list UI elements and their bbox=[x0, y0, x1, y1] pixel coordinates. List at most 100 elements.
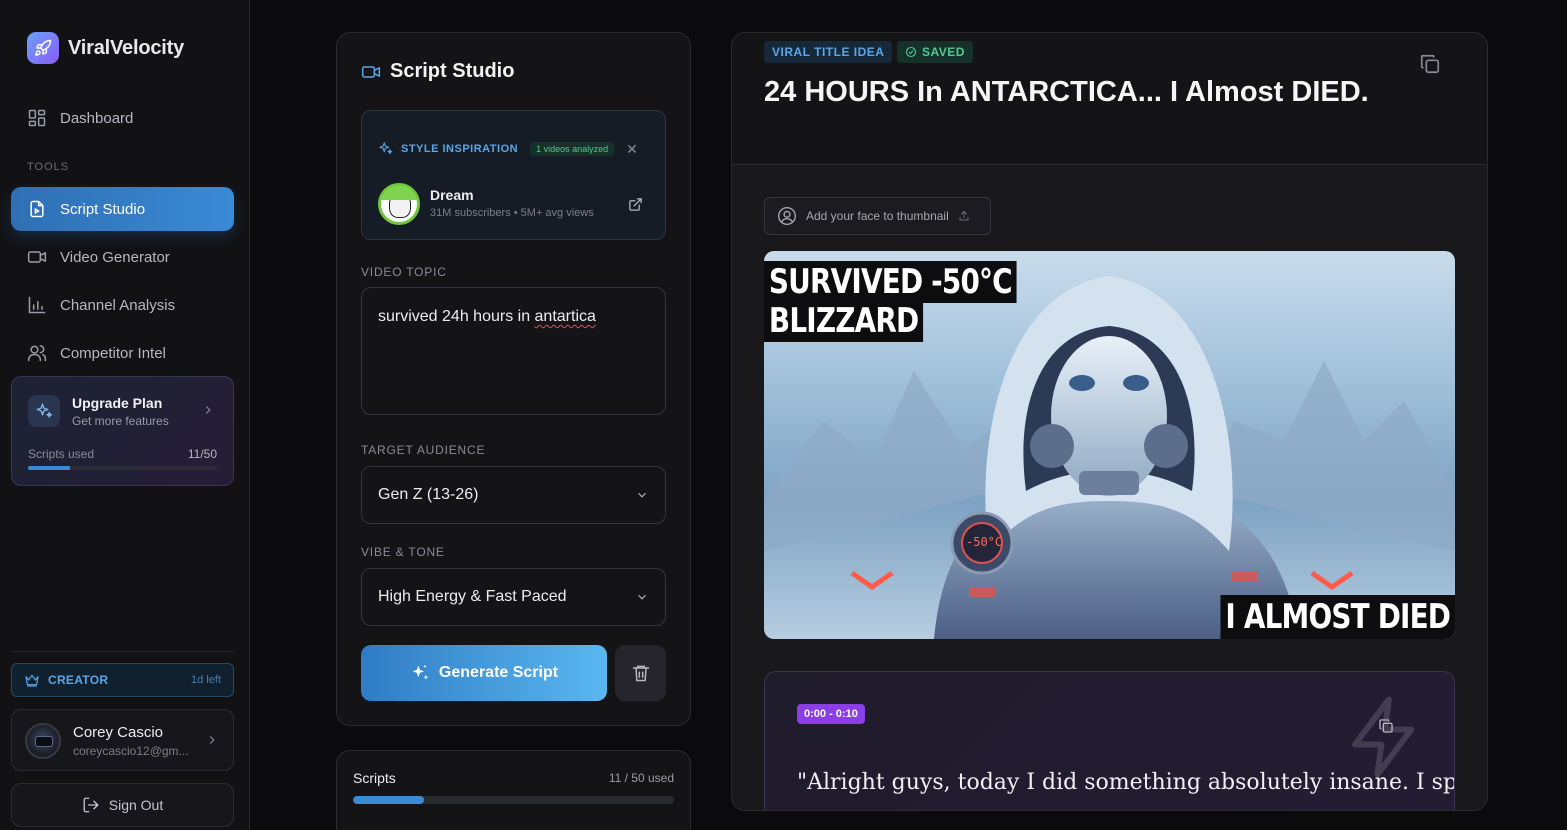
page-title: Script Studio bbox=[390, 60, 515, 82]
video-topic-label: VIDEO TOPIC bbox=[361, 265, 447, 279]
brand[interactable]: ViralVelocity bbox=[27, 32, 184, 64]
crown-icon bbox=[25, 674, 39, 687]
sidebar-item-script-studio[interactable]: Script Studio bbox=[11, 187, 234, 231]
plan-badge[interactable]: CREATOR 1d left bbox=[11, 663, 234, 697]
rocket-icon bbox=[27, 32, 59, 64]
vibe-tone-value: High Energy & Fast Paced bbox=[378, 588, 567, 605]
copy-icon[interactable] bbox=[1378, 718, 1394, 734]
sparkles-icon bbox=[379, 142, 393, 155]
misspelled-word: antartica bbox=[534, 308, 596, 325]
external-link-icon[interactable] bbox=[628, 197, 643, 212]
sidebar-item-dashboard[interactable]: Dashboard bbox=[11, 96, 234, 140]
divider bbox=[11, 651, 234, 652]
chevron-right-icon bbox=[209, 736, 215, 744]
style-inspiration-header: STYLE INSPIRATION 1 videos analyzed ✕ bbox=[378, 141, 638, 156]
studio-header: Script Studio bbox=[361, 60, 514, 83]
user-profile[interactable]: Corey Cascio coreycascio12@gm... bbox=[11, 709, 234, 771]
upload-icon bbox=[959, 210, 969, 221]
sign-out-button[interactable]: Sign Out bbox=[11, 783, 234, 827]
saved-label: SAVED bbox=[922, 45, 965, 59]
sidebar: ViralVelocity Dashboard TOOLS Script Stu… bbox=[0, 0, 250, 830]
user-email: coreycascio12@gm... bbox=[73, 744, 189, 758]
script-segment: 0:00 - 0:10 "Alright guys, today I did s… bbox=[764, 671, 1455, 810]
scripts-used-progress bbox=[28, 466, 217, 470]
sidebar-item-competitor-intel[interactable]: Competitor Intel bbox=[11, 331, 234, 375]
saved-badge: SAVED bbox=[897, 41, 973, 63]
target-audience-label: TARGET AUDIENCE bbox=[361, 443, 486, 457]
scripts-used-count: 11/50 bbox=[187, 447, 217, 461]
sign-out-label: Sign Out bbox=[108, 797, 164, 813]
trash-icon bbox=[632, 665, 649, 682]
scripts-count: 11 / 50 used bbox=[608, 771, 674, 785]
sidebar-item-video-generator[interactable]: Video Generator bbox=[11, 235, 234, 279]
scripts-title: Scripts bbox=[353, 770, 396, 786]
plan-time-left: 1d left bbox=[191, 674, 221, 686]
file-icon bbox=[30, 200, 44, 218]
thumbnail-readout: -50°C bbox=[966, 535, 1003, 549]
script-studio-panel: Script Studio STYLE INSPIRATION 1 videos… bbox=[336, 32, 691, 726]
sidebar-item-channel-analysis[interactable]: Channel Analysis bbox=[11, 283, 234, 327]
lightning-icon bbox=[1352, 696, 1415, 778]
videos-analyzed-badge: 1 videos analyzed bbox=[530, 141, 615, 156]
sparkles-icon bbox=[28, 395, 60, 427]
vibe-tone-select[interactable]: High Energy & Fast Paced bbox=[361, 568, 666, 626]
thumbnail-image: SURVIVED -50°C BLIZZARD I ALMOST DIED -5… bbox=[764, 251, 1455, 639]
segment-script-text: "Alright guys, today I did something abs… bbox=[797, 770, 1455, 795]
creator-meta: 31M subscribers • 5M+ avg views bbox=[430, 207, 594, 219]
style-inspiration-label: STYLE INSPIRATION bbox=[401, 142, 519, 155]
thumbnail-caption-2: BLIZZARD bbox=[764, 300, 924, 342]
scripts-usage-card: Scripts 11 / 50 used bbox=[336, 750, 691, 830]
plan-name: CREATOR bbox=[48, 673, 109, 687]
sparkles-icon bbox=[412, 664, 429, 680]
app-name: ViralVelocity bbox=[68, 36, 184, 59]
users-icon bbox=[27, 345, 47, 362]
result-panel: VIRAL TITLE IDEA SAVED 24 HOURS In ANTAR… bbox=[731, 32, 1488, 811]
video-topic-input[interactable]: survived 24h hours in antartica bbox=[361, 287, 666, 415]
video-icon bbox=[27, 251, 47, 263]
progress-fill bbox=[353, 796, 424, 804]
upgrade-title: Upgrade Plan bbox=[72, 395, 163, 411]
upgrade-plan-card[interactable]: Upgrade Plan Get more features Scripts u… bbox=[11, 376, 234, 486]
sidebar-item-label: Channel Analysis bbox=[60, 296, 176, 314]
check-circle-icon bbox=[905, 46, 917, 58]
vibe-tone-label: VIBE & TONE bbox=[361, 545, 445, 559]
close-icon[interactable]: ✕ bbox=[626, 142, 638, 156]
delete-button[interactable] bbox=[615, 645, 666, 701]
generate-script-button[interactable]: Generate Script bbox=[361, 645, 607, 701]
chevron-down-icon bbox=[638, 594, 646, 600]
user-name: Corey Cascio bbox=[73, 724, 164, 741]
progress-fill bbox=[28, 466, 70, 470]
upgrade-subtitle: Get more features bbox=[72, 414, 169, 428]
segment-time-badge: 0:00 - 0:10 bbox=[797, 704, 865, 724]
user-circle-icon bbox=[778, 207, 796, 225]
creator-name: Dream bbox=[430, 187, 474, 203]
video-title: 24 HOURS In ANTARCTICA... I Almost DIED. bbox=[764, 76, 1369, 108]
thumbnail-caption-3: I ALMOST DIED bbox=[1220, 595, 1455, 639]
generate-script-label: Generate Script bbox=[438, 664, 559, 681]
style-inspiration-card: STYLE INSPIRATION 1 videos analyzed ✕ Dr… bbox=[361, 110, 666, 240]
sidebar-item-label: Competitor Intel bbox=[60, 344, 166, 362]
thumbnail-caption-1: SURVIVED -50°C bbox=[764, 261, 1017, 303]
video-icon bbox=[361, 65, 381, 78]
sidebar-item-label: Script Studio bbox=[60, 200, 146, 218]
viral-title-idea-badge: VIRAL TITLE IDEA bbox=[764, 41, 893, 63]
grid-icon bbox=[28, 109, 46, 127]
sidebar-item-label: Video Generator bbox=[60, 248, 170, 266]
target-audience-select[interactable]: Gen Z (13-26) bbox=[361, 466, 666, 524]
add-face-label: Add your face to thumbnail bbox=[806, 209, 949, 223]
video-topic-text: survived 24h hours in bbox=[378, 308, 535, 325]
scripts-progress bbox=[353, 796, 674, 804]
tools-section-label: TOOLS bbox=[27, 161, 70, 173]
result-header: VIRAL TITLE IDEA SAVED 24 HOURS In ANTAR… bbox=[732, 33, 1487, 165]
avatar bbox=[25, 723, 61, 759]
chevron-right-icon bbox=[205, 406, 211, 414]
copy-icon[interactable] bbox=[1419, 53, 1441, 75]
sidebar-item-label: Dashboard bbox=[60, 109, 134, 127]
scripts-used-label: Scripts used bbox=[28, 447, 95, 461]
creator-avatar bbox=[378, 183, 420, 225]
log-out-icon bbox=[83, 797, 99, 813]
chart-icon bbox=[28, 296, 46, 314]
add-face-to-thumbnail-button[interactable]: Add your face to thumbnail bbox=[764, 197, 991, 235]
target-audience-value: Gen Z (13-26) bbox=[378, 486, 479, 503]
chevron-down-icon bbox=[638, 492, 646, 498]
